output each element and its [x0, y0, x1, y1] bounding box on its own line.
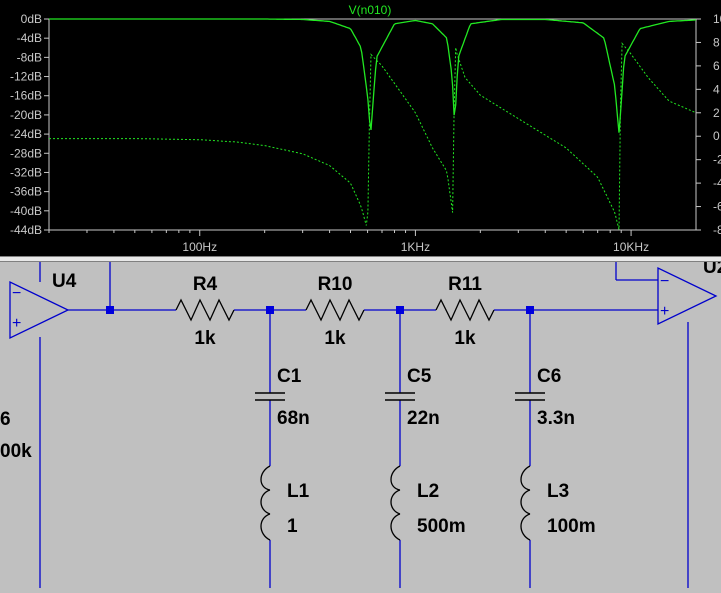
left-tick-label: -40dB: [10, 204, 42, 218]
inductor-l3[interactable]: L3 100m: [520, 465, 596, 541]
left-tick-label: -20dB: [10, 108, 42, 122]
resistor-r11-value: 1k: [454, 328, 476, 349]
inductor-l2-label: L2: [417, 481, 439, 502]
capacitor-c6-label: C6: [537, 366, 561, 387]
left-tick-label: -12dB: [10, 70, 42, 84]
resistor-r4-value: 1k: [194, 328, 216, 349]
capacitor-c1-label: C1: [277, 366, 302, 387]
plot-border: [48, 18, 697, 231]
left-tick-label: -16dB: [10, 89, 42, 103]
inductor-l1-label: L1: [287, 481, 310, 502]
left-tick-label: -28dB: [10, 146, 42, 160]
right-tick-label: 2: [713, 106, 720, 120]
resistor-r4[interactable]: R4 1k: [175, 274, 235, 349]
resistor-r10[interactable]: R10 1k: [305, 274, 365, 349]
right-tick-label: 4: [713, 82, 720, 96]
phase-trace: [49, 42, 697, 230]
schematic-canvas[interactable]: − + U4 − + U2 6 00k R4 1k R10 1k R11 1k: [0, 257, 721, 588]
resistor-r11[interactable]: R11 1k: [435, 274, 495, 349]
magnitude-trace: [49, 18, 696, 133]
x-tick-label: 10KHz: [613, 240, 649, 254]
capacitor-c5[interactable]: C5 22n: [385, 366, 440, 429]
right-tick-label: 10: [713, 12, 721, 26]
left-tick-label: -4dB: [17, 31, 42, 45]
x-tick-label: 100Hz: [182, 240, 217, 254]
opamp-u2[interactable]: − + U2: [657, 257, 721, 326]
left-tick-label: -24dB: [10, 127, 42, 141]
opamp-u4[interactable]: − + U4: [9, 271, 77, 340]
opamp-u4-minus: −: [12, 285, 21, 302]
inductor-l2-coil: [390, 465, 401, 541]
left-tick-label: -8dB: [17, 50, 42, 64]
right-tick-label: 0: [713, 129, 720, 143]
partial-label-left-2: 00k: [0, 441, 32, 462]
capacitor-c5-label: C5: [407, 366, 432, 387]
waveform-plot[interactable]: V(n010) 0dB -4dB -8dB -12dB -16dB -20dB -24dB -…: [0, 0, 721, 256]
right-tick-label: -2: [713, 153, 721, 167]
opamp-u4-plus: +: [12, 315, 21, 332]
schematic-pane[interactable]: − + U4 − + U2 6 00k R4 1k R10 1k R11 1k: [0, 257, 721, 588]
left-tick-label: -32dB: [10, 165, 42, 179]
right-tick-label: -8: [713, 223, 721, 237]
junction-dot[interactable]: [396, 306, 404, 314]
junction-dot[interactable]: [526, 306, 534, 314]
resistor-r10-value: 1k: [324, 328, 346, 349]
trace-layer: [49, 18, 697, 230]
partial-label-left-1: 6: [0, 409, 11, 430]
x-tick-label: 1KHz: [401, 240, 430, 254]
junction-dot[interactable]: [106, 306, 114, 314]
waveform-plot-pane[interactable]: V(n010) 0dB -4dB -8dB -12dB -16dB -20dB -24dB -…: [0, 0, 721, 256]
resistor-r11-label: R11: [448, 274, 482, 295]
junction-dot[interactable]: [266, 306, 274, 314]
capacitor-c6[interactable]: C6 3.3n: [515, 366, 575, 429]
resistor-r4-symbol: [175, 298, 235, 322]
inductor-l1-value: 1: [287, 516, 298, 537]
capacitor-c1[interactable]: C1 68n: [255, 366, 310, 429]
opamp-u2-minus: −: [660, 273, 669, 290]
inductor-l1[interactable]: L1 1: [260, 465, 310, 541]
resistor-r4-label: R4: [193, 274, 218, 295]
right-tick-label: 8: [713, 35, 720, 49]
right-tick-label: 6: [713, 59, 720, 73]
inductor-l2-value: 500m: [417, 516, 466, 537]
capacitor-c1-value: 68n: [277, 408, 310, 429]
left-tick-label: 0dB: [21, 12, 42, 26]
right-axis-ticks: 10 8 6 4 2 0 -2 -4 -6 -8: [696, 12, 721, 237]
inductor-l3-value: 100m: [547, 516, 596, 537]
left-axis-ticks: 0dB -4dB -8dB -12dB -16dB -20dB -24dB -28dB -32d…: [10, 12, 49, 237]
right-tick-label: -6: [713, 200, 721, 214]
inductor-l3-coil: [520, 465, 531, 541]
resistor-r10-symbol: [305, 298, 365, 322]
inductor-l1-coil: [260, 465, 271, 541]
opamp-u2-plus: +: [660, 303, 669, 320]
left-tick-label: -44dB: [10, 223, 42, 237]
capacitor-c6-value: 3.3n: [537, 408, 575, 429]
x-axis-ticks: 100Hz 1KHz 10KHz: [182, 230, 649, 254]
resistor-r10-label: R10: [318, 274, 353, 295]
trace-title[interactable]: V(n010): [349, 3, 392, 17]
inductor-l3-label: L3: [547, 481, 569, 502]
inductor-l2[interactable]: L2 500m: [390, 465, 466, 541]
opamp-u4-label: U4: [52, 271, 77, 292]
opamp-u2-label: U2: [703, 262, 721, 278]
left-tick-label: -36dB: [10, 185, 42, 199]
capacitor-c5-value: 22n: [407, 408, 440, 429]
right-tick-label: -4: [713, 176, 721, 190]
resistor-r11-symbol: [435, 298, 495, 322]
